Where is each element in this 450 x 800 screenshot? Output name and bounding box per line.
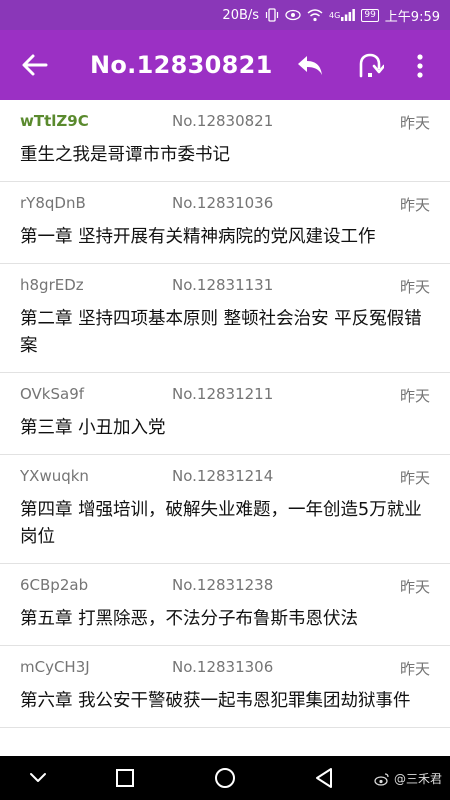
watermark-text: @三禾君 bbox=[393, 772, 442, 786]
merge-icon[interactable] bbox=[356, 52, 386, 80]
poster-id: wTtlZ9C bbox=[20, 112, 89, 130]
list-item-meta: rY8qDnB No.12831036 昨天 bbox=[20, 194, 430, 216]
recent-apps-icon[interactable] bbox=[114, 766, 136, 794]
page-title: No.12830821 bbox=[90, 51, 273, 79]
post-number: No.12830821 bbox=[172, 112, 274, 130]
poster-id: h8grEDz bbox=[20, 276, 84, 294]
list-item[interactable]: rY8qDnB No.12831036 昨天 第一章 坚持开展有关精神病院的党风… bbox=[0, 182, 450, 264]
post-date: 昨天 bbox=[399, 469, 430, 487]
list-item[interactable]: h8grEDz No.12831131 昨天 第二章 坚持四项基本原则 整顿社会… bbox=[0, 264, 450, 373]
list-item[interactable]: OVkSa9f No.12831211 昨天 第三章 小丑加入党 bbox=[0, 373, 450, 455]
list-item-meta: mCyCH3J No.12831306 昨天 bbox=[20, 658, 430, 680]
wifi-icon bbox=[307, 8, 323, 22]
post-number: No.12831131 bbox=[172, 276, 274, 294]
system-nav-bar: @三禾君 bbox=[0, 756, 450, 800]
list-item-meta: wTtlZ9C No.12830821 昨天 bbox=[20, 112, 430, 134]
cell-signal-icon: 4G bbox=[329, 9, 356, 21]
post-subject: 第五章 打黑除恶，不法分子布鲁斯韦恩伏法 bbox=[20, 609, 359, 629]
list-item[interactable]: 6CBp2ab No.12831238 昨天 第五章 打黑除恶，不法分子布鲁斯韦… bbox=[0, 564, 450, 646]
post-subject: 第二章 坚持四项基本原则 整顿社会治安 平反冤假错案 bbox=[20, 309, 422, 356]
poster-id: rY8qDnB bbox=[20, 194, 86, 212]
post-subject: 第六章 我公安干警破获一起韦恩犯罪集团劫狱事件 bbox=[20, 691, 411, 711]
net-speed: 20B/s bbox=[222, 7, 260, 23]
poster-id: OVkSa9f bbox=[20, 385, 85, 403]
post-subject: 第四章 增强培训，破解失业难题，一年创造5万就业岗位 bbox=[20, 500, 422, 547]
post-number: No.12831211 bbox=[172, 385, 274, 403]
list-item[interactable]: mCyCH3J No.12831306 昨天 第六章 我公安干警破获一起韦恩犯罪… bbox=[0, 646, 450, 728]
post-date: 昨天 bbox=[399, 114, 430, 132]
more-vert-icon[interactable] bbox=[414, 52, 426, 80]
clock: 上午9:59 bbox=[384, 9, 440, 25]
back-arrow-icon[interactable] bbox=[20, 52, 50, 78]
battery-icon: 99 bbox=[361, 8, 379, 22]
poster-id: YXwuqkn bbox=[20, 467, 89, 485]
list-item-meta: 6CBp2ab No.12831238 昨天 bbox=[20, 576, 430, 598]
post-date: 昨天 bbox=[399, 387, 430, 405]
post-date: 昨天 bbox=[399, 578, 430, 596]
poster-id: 6CBp2ab bbox=[20, 576, 89, 594]
post-date: 昨天 bbox=[399, 660, 430, 678]
post-subject: 重生之我是哥谭市市委书记 bbox=[20, 145, 230, 165]
post-date: 昨天 bbox=[399, 196, 430, 214]
list-item-meta: h8grEDz No.12831131 昨天 bbox=[20, 276, 430, 298]
watermark: @三禾君 bbox=[374, 770, 442, 787]
message-list[interactable]: wTtlZ9C No.12830821 昨天 重生之我是哥谭市市委书记 rY8q… bbox=[0, 100, 450, 756]
post-date: 昨天 bbox=[399, 278, 430, 296]
post-number: No.12831238 bbox=[172, 576, 274, 594]
reply-icon[interactable] bbox=[296, 52, 324, 78]
post-subject: 第一章 坚持开展有关精神病院的党风建设工作 bbox=[20, 227, 376, 247]
post-number: No.12831306 bbox=[172, 658, 274, 676]
list-item-meta: OVkSa9f No.12831211 昨天 bbox=[20, 385, 430, 407]
app-bar: No.12830821 bbox=[0, 30, 450, 100]
list-item-meta: YXwuqkn No.12831214 昨天 bbox=[20, 467, 430, 489]
eye-icon bbox=[285, 9, 301, 21]
post-subject: 第三章 小丑加入党 bbox=[20, 418, 166, 438]
list-item[interactable]: YXwuqkn No.12831214 昨天 第四章 增强培训，破解失业难题，一… bbox=[0, 455, 450, 564]
post-number: No.12831214 bbox=[172, 467, 274, 485]
back-triangle-icon[interactable] bbox=[313, 766, 335, 794]
weibo-logo-icon bbox=[374, 772, 389, 786]
poster-id: mCyCH3J bbox=[20, 658, 90, 676]
list-item[interactable]: wTtlZ9C No.12830821 昨天 重生之我是哥谭市市委书记 bbox=[0, 100, 450, 182]
home-icon[interactable] bbox=[213, 766, 237, 794]
signal-label: 4G bbox=[329, 10, 341, 20]
status-bar: 20B/s 4G 99 上午9:59 bbox=[0, 0, 450, 30]
chevron-down-icon[interactable] bbox=[28, 766, 48, 794]
vibrate-icon bbox=[265, 8, 279, 22]
post-number: No.12831036 bbox=[172, 194, 274, 212]
